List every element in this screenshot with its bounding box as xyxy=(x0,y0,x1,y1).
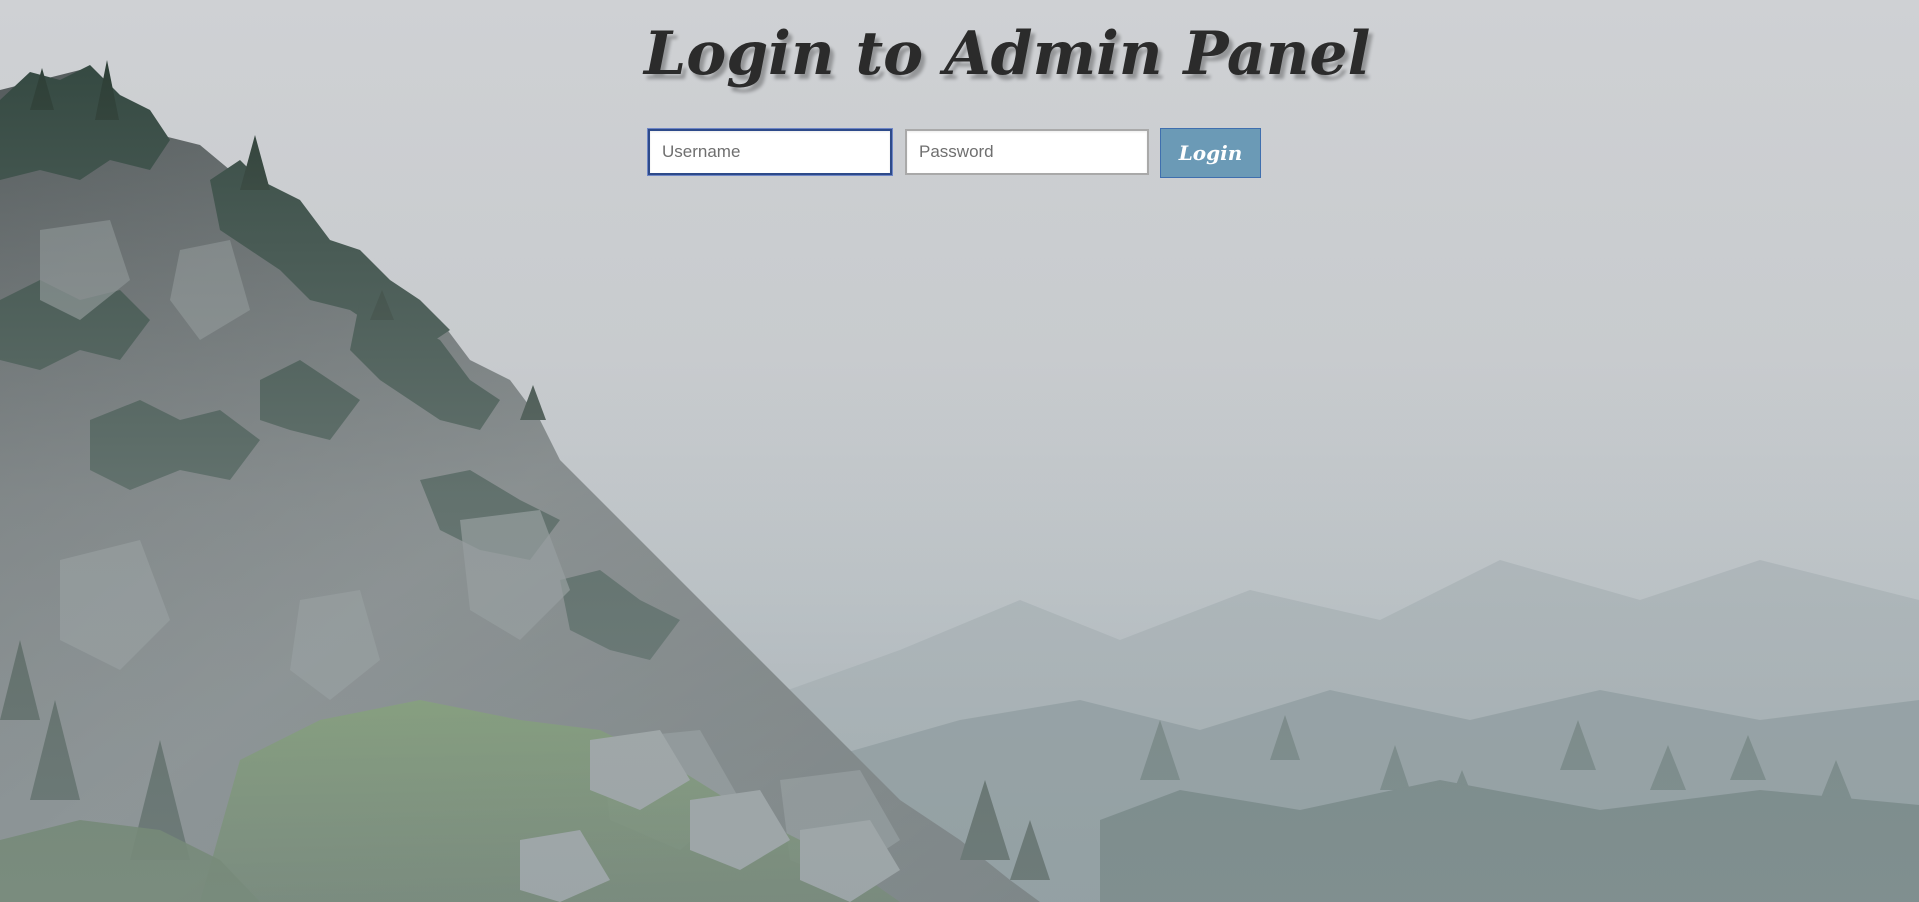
username-input[interactable] xyxy=(648,129,892,175)
page-title: Login to Admin Panel xyxy=(644,19,1371,89)
login-button[interactable]: Login xyxy=(1160,128,1261,178)
password-input[interactable] xyxy=(905,129,1149,175)
